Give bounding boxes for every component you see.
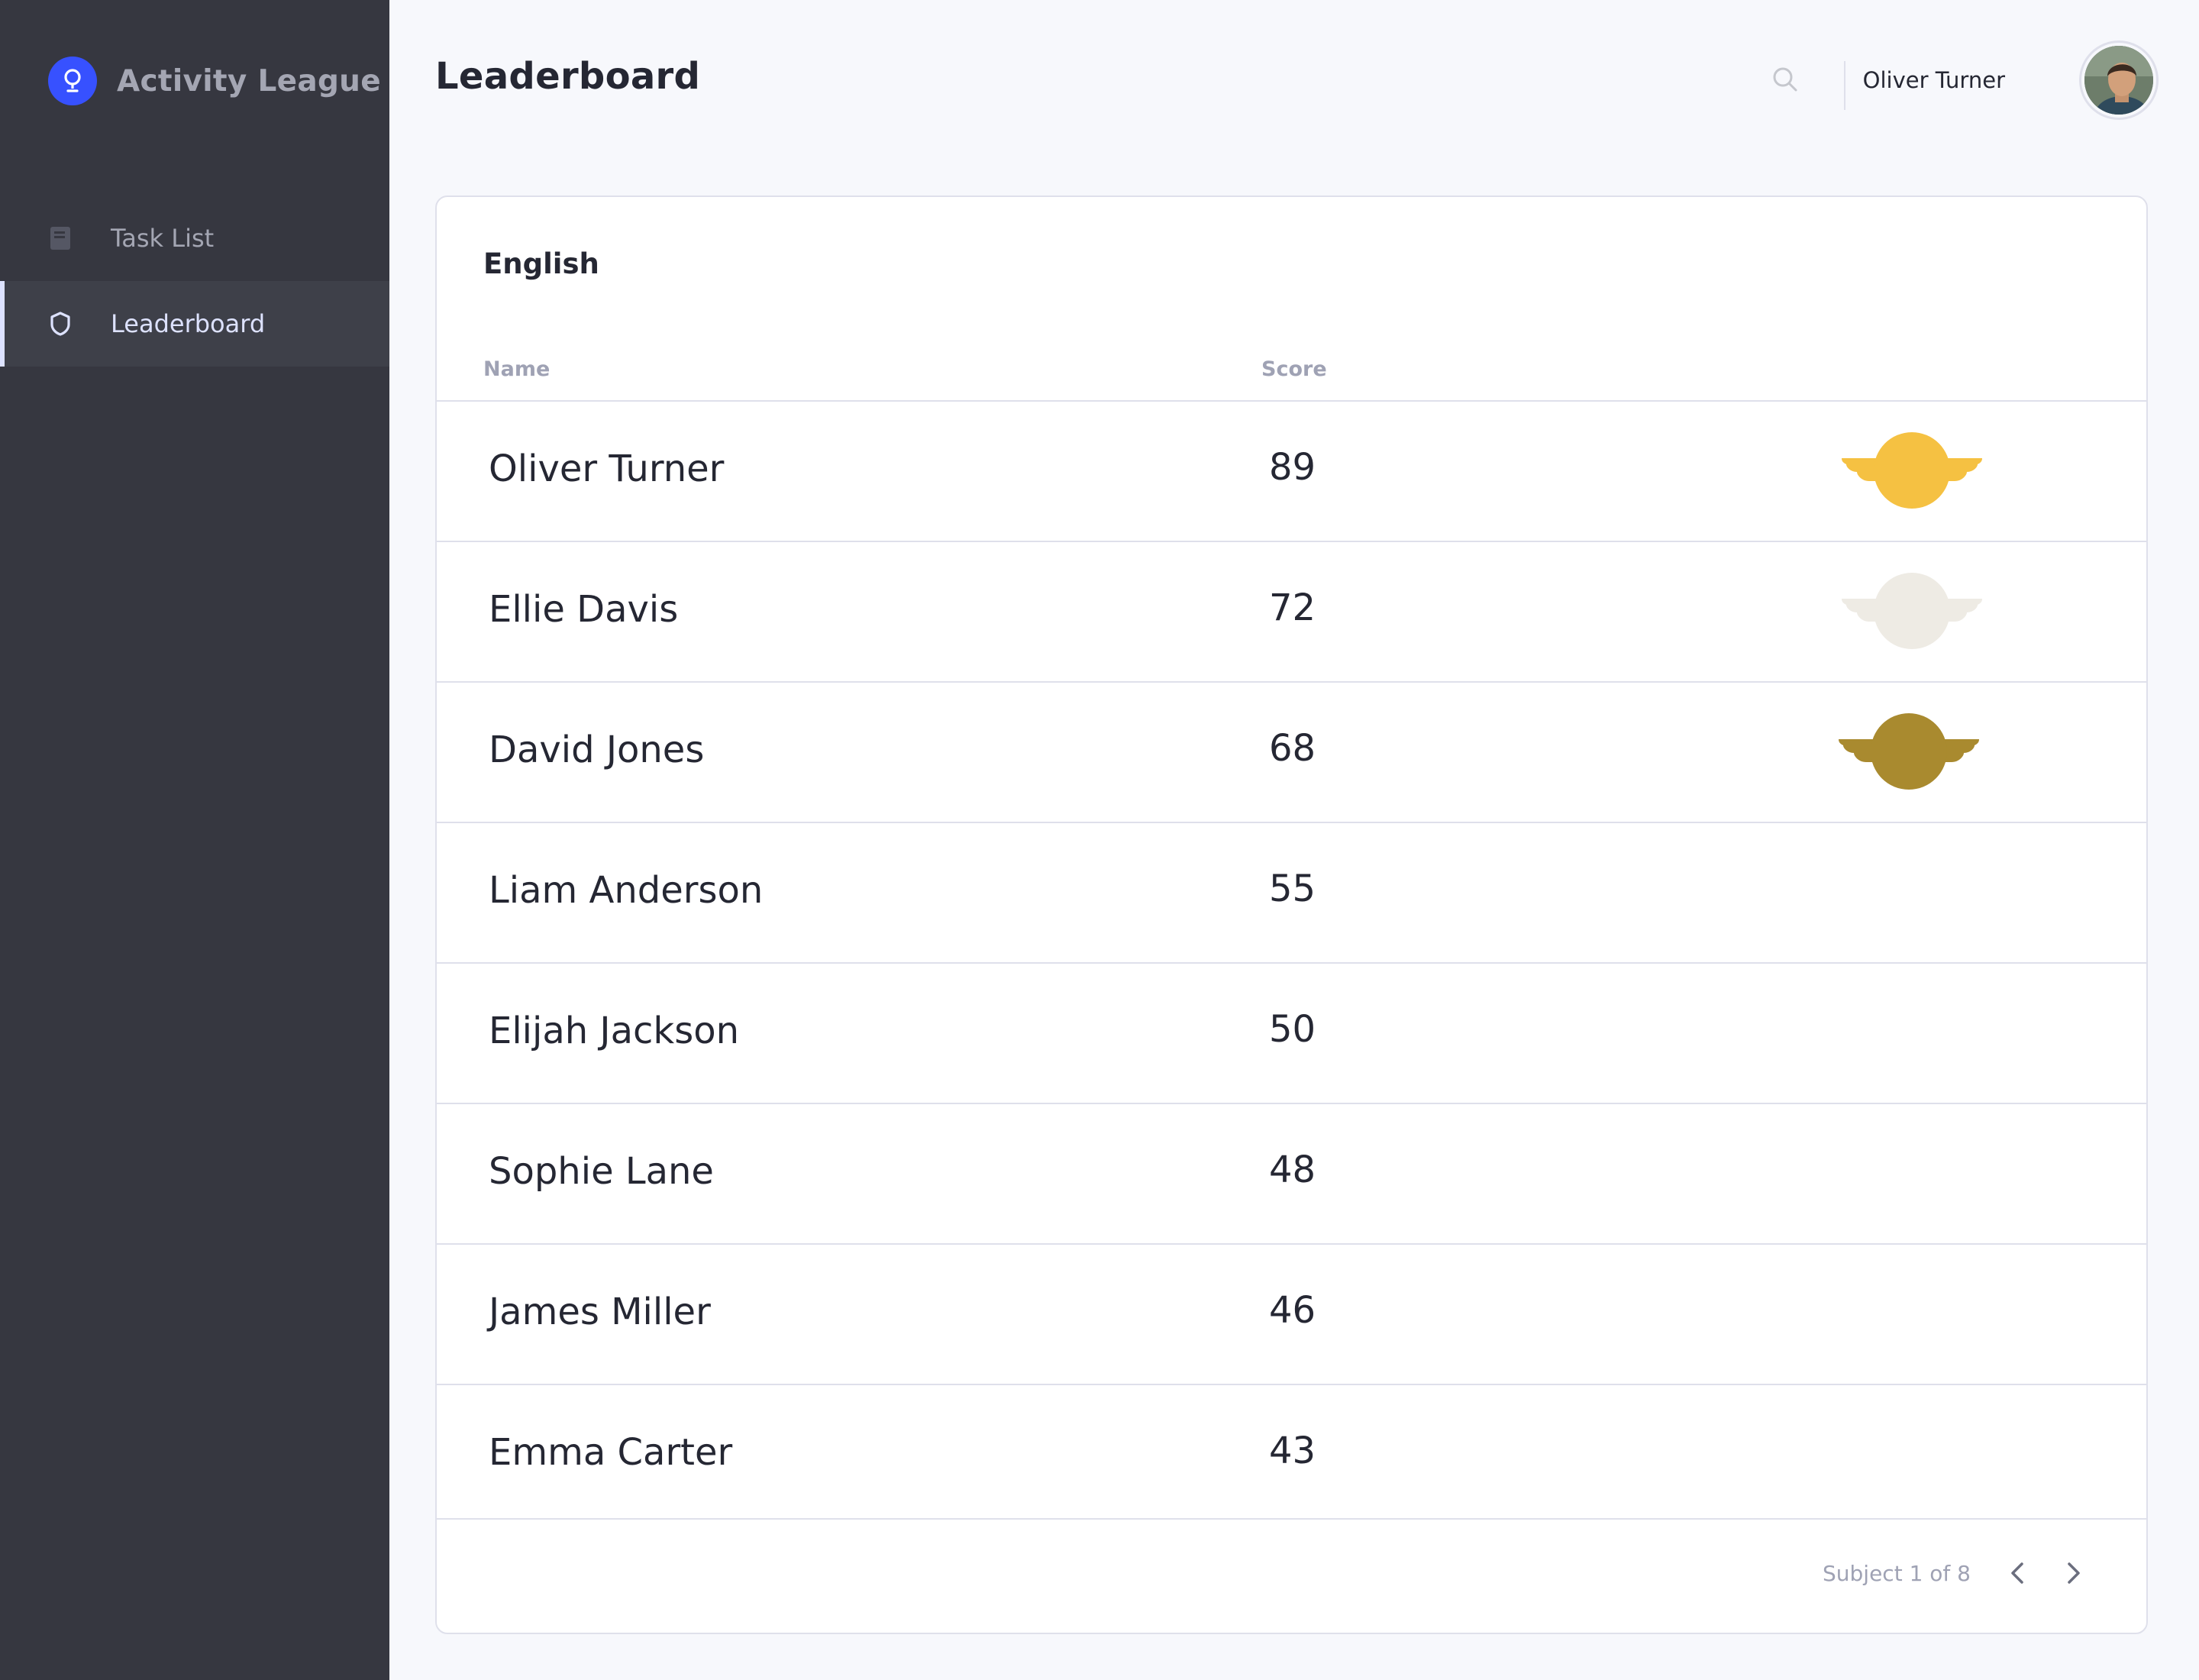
table-row[interactable]: Liam Anderson 55: [437, 822, 2146, 962]
sidebar-item-label: Task List: [111, 224, 215, 253]
shield-icon: [48, 312, 73, 336]
search-icon[interactable]: [1770, 64, 1800, 95]
sidebar: Activity League Task List Leaderboard: [0, 0, 389, 1680]
app-root: Activity League Task List Leaderboard Le…: [0, 0, 2199, 1680]
player-name: James Miller: [489, 1291, 711, 1333]
table-row[interactable]: Emma Carter 43: [437, 1384, 2146, 1524]
table-row[interactable]: Ellie Davis 72: [437, 541, 2146, 681]
player-score: 89: [1269, 446, 1316, 489]
player-name: Sophie Lane: [489, 1150, 714, 1193]
column-header-name[interactable]: Name: [483, 357, 550, 381]
brand[interactable]: Activity League: [48, 57, 381, 105]
pagination-footer: Subject 1 of 8: [437, 1518, 2146, 1633]
chevron-right-icon[interactable]: [2058, 1558, 2088, 1588]
player-score: 43: [1269, 1430, 1316, 1472]
player-score: 46: [1269, 1289, 1316, 1332]
sidebar-item-leaderboard[interactable]: Leaderboard: [0, 281, 389, 367]
table-row[interactable]: David Jones 68: [437, 681, 2146, 822]
user-name[interactable]: Oliver Turner: [1860, 67, 2005, 93]
silver-medal-icon: [1842, 573, 1982, 649]
player-name: David Jones: [489, 729, 705, 771]
avatar[interactable]: [2081, 43, 2156, 118]
leaderboard-card: English Name Score Oliver Turner 89 Elli…: [435, 195, 2148, 1634]
player-name: Elijah Jackson: [489, 1010, 739, 1052]
table-row[interactable]: Oliver Turner 89: [437, 400, 2146, 541]
leaderboard-table: Oliver Turner 89 Ellie Davis 72 David Jo…: [437, 400, 2146, 1524]
player-name: Emma Carter: [489, 1431, 733, 1474]
player-score: 48: [1269, 1149, 1316, 1191]
main-content: Leaderboard Oliver Turner English Name S…: [389, 0, 2199, 1680]
table-row[interactable]: James Miller 46: [437, 1243, 2146, 1384]
chevron-left-icon[interactable]: [2003, 1558, 2033, 1588]
header-divider: [1844, 61, 1845, 110]
lightbulb-icon: [48, 57, 97, 105]
player-score: 68: [1269, 727, 1316, 770]
bronze-medal-icon: [1839, 713, 1979, 790]
page-title: Leaderboard: [435, 55, 701, 98]
book-icon: [48, 226, 73, 250]
subject-title: English: [483, 247, 599, 280]
app-name: Activity League: [117, 63, 381, 99]
player-name: Liam Anderson: [489, 869, 764, 912]
sidebar-item-label: Leaderboard: [111, 309, 266, 338]
player-name: Oliver Turner: [489, 447, 725, 490]
player-score: 72: [1269, 586, 1316, 629]
player-score: 50: [1269, 1008, 1316, 1051]
sidebar-item-task-list[interactable]: Task List: [0, 195, 389, 281]
sidebar-nav: Task List Leaderboard: [0, 195, 389, 367]
gold-medal-icon: [1842, 432, 1982, 509]
column-header-score[interactable]: Score: [1261, 357, 1327, 381]
player-name: Ellie Davis: [489, 588, 679, 631]
player-score: 55: [1269, 867, 1316, 910]
table-row[interactable]: Sophie Lane 48: [437, 1103, 2146, 1243]
pagination-status: Subject 1 of 8: [1823, 1561, 1971, 1586]
table-row[interactable]: Elijah Jackson 50: [437, 962, 2146, 1103]
